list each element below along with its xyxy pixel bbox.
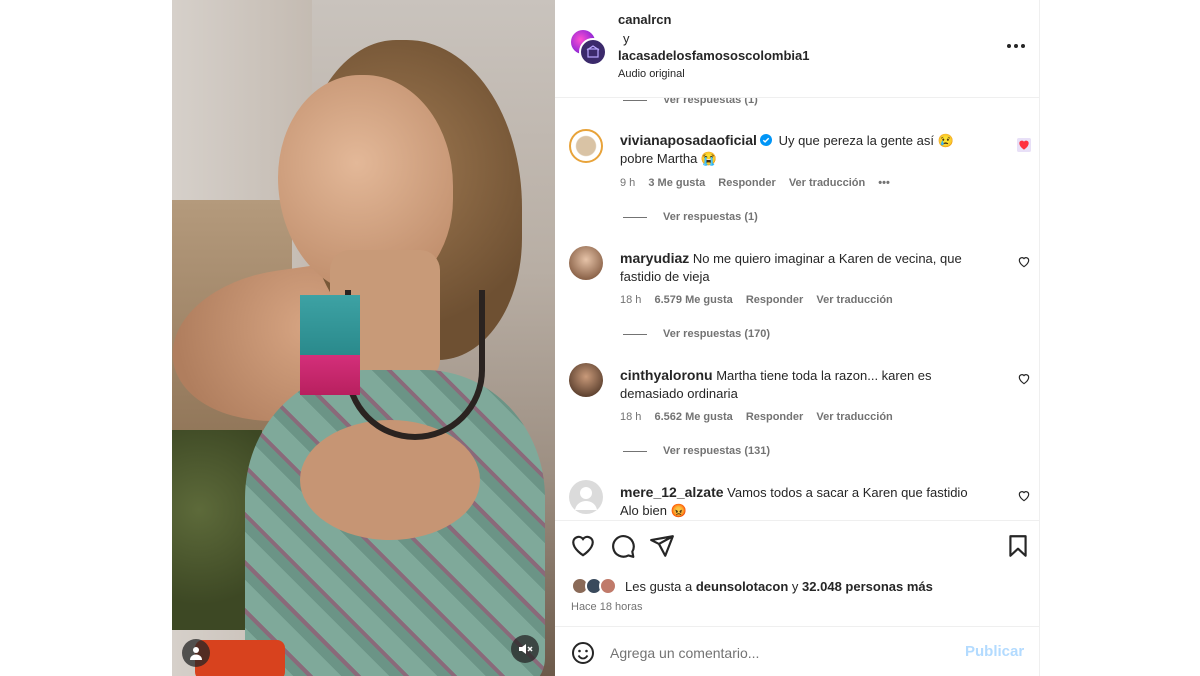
comment-username[interactable]: mere_12_alzate [620,484,724,500]
mute-button[interactable] [511,635,539,663]
save-bookmark-icon[interactable] [1005,533,1031,559]
avatar[interactable] [569,363,603,397]
comment-body: mere_12_alzate Vamos todos a sacar a Kar… [620,483,990,520]
comment-username[interactable]: maryudiaz [620,250,689,266]
comment-icon[interactable] [610,533,636,559]
add-comment-bar: Publicar [555,626,1040,676]
translate-button[interactable]: Ver traducción [816,411,892,423]
comment-body: vivianaposadaoficial Uy que pereza la ge… [620,131,990,168]
author-username[interactable]: canalrcn [618,12,671,27]
user-icon [190,647,202,660]
comment-meta: 9 h 3 Me gusta Responder Ver traducción … [620,177,890,189]
likes-summary[interactable]: Les gusta a deunsolotacon y 32.048 perso… [571,577,933,595]
view-replies-button[interactable]: Ver respuestas (170) [623,328,770,340]
reply-button[interactable]: Responder [718,177,775,189]
emoji-icon[interactable] [571,641,595,665]
comment-body: maryudiaz No me quiero imaginar a Karen … [620,249,990,286]
view-replies-button[interactable]: Ver respuestas (1) [623,211,758,223]
heart-icon[interactable] [1017,372,1031,386]
house-logo-icon [586,45,600,58]
muted-speaker-icon [519,644,533,654]
view-replies-button[interactable]: Ver respuestas (1) [623,98,758,106]
likes-count[interactable]: 3 Me gusta [648,177,705,189]
comment-text: demasiado ordinaria [620,386,738,401]
comment-body: cinthyaloronu Martha tiene toda la razon… [620,366,990,403]
comment-text: Alo bien 😡 [620,503,687,518]
comment-input[interactable] [610,641,940,665]
post-actions: Les gusta a deunsolotacon y 32.048 perso… [555,520,1040,626]
heart-icon[interactable] [1017,489,1031,503]
reply-button[interactable]: Responder [746,411,803,423]
avatar[interactable] [569,246,603,280]
post-timestamp[interactable]: Hace 18 horas [571,601,643,613]
instagram-post-page: canalrcn y lacasadelosfamososcolombia1 A… [0,0,1200,676]
likes-count[interactable]: 6.579 Me gusta [654,294,732,306]
comment-text: fastidio de vieja [620,269,710,284]
comment-username[interactable]: vivianaposadaoficial [620,132,757,148]
avatar [599,577,617,595]
publish-button[interactable]: Publicar [965,643,1024,660]
likes-count[interactable]: 32.048 personas más [802,579,933,594]
translate-button[interactable]: Ver traducción [789,177,865,189]
author-conjunction: y [623,31,630,46]
post-header: canalrcn y lacasadelosfamososcolombia1 A… [555,0,1040,98]
translate-button[interactable]: Ver traducción [816,294,892,306]
comment-username[interactable]: cinthyaloronu [620,367,713,383]
share-icon[interactable] [649,533,675,559]
heart-icon[interactable] [1017,255,1031,269]
comment-text: pobre Martha 😭 [620,151,718,166]
comment-more-button[interactable]: ••• [878,177,890,189]
comment-meta: 18 h 6.579 Me gusta Responder Ver traduc… [620,294,893,306]
reply-button[interactable]: Responder [746,294,803,306]
comment-text: Vamos todos a sacar a Karen que fastidio [727,485,968,500]
liked-heart-icon[interactable] [1017,138,1031,152]
view-replies-button[interactable]: Ver respuestas (131) [623,445,770,457]
reel-video[interactable] [172,0,555,676]
likes-count[interactable]: 6.562 Me gusta [654,411,732,423]
comment-text: Martha tiene toda la razon... karen es [716,368,932,383]
author-avatars[interactable] [569,28,609,68]
tagged-users-button[interactable] [182,639,210,667]
comment-meta: 18 h 6.562 Me gusta Responder Ver traduc… [620,411,893,423]
avatar[interactable] [569,129,603,163]
author-username[interactable]: lacasadelosfamososcolombia1 [618,48,809,63]
avatar[interactable] [569,480,603,514]
comment-text: No me quiero imaginar a Karen de vecina,… [692,251,962,266]
comments-list[interactable]: Ver respuestas (1) vivianaposadaoficial … [555,98,1040,520]
audio-label[interactable]: Audio original [618,68,685,80]
post-side-panel: canalrcn y lacasadelosfamososcolombia1 A… [555,0,1040,676]
like-heart-icon[interactable] [570,533,596,559]
liker-username[interactable]: deunsolotacon [696,579,788,594]
verified-badge-icon [759,134,772,146]
avatar[interactable] [579,38,607,66]
more-options-icon[interactable] [1005,36,1027,56]
liker-avatars [571,577,621,595]
comment-text: Uy que pereza la gente así 😢 [778,133,954,148]
default-avatar-icon [575,487,597,510]
